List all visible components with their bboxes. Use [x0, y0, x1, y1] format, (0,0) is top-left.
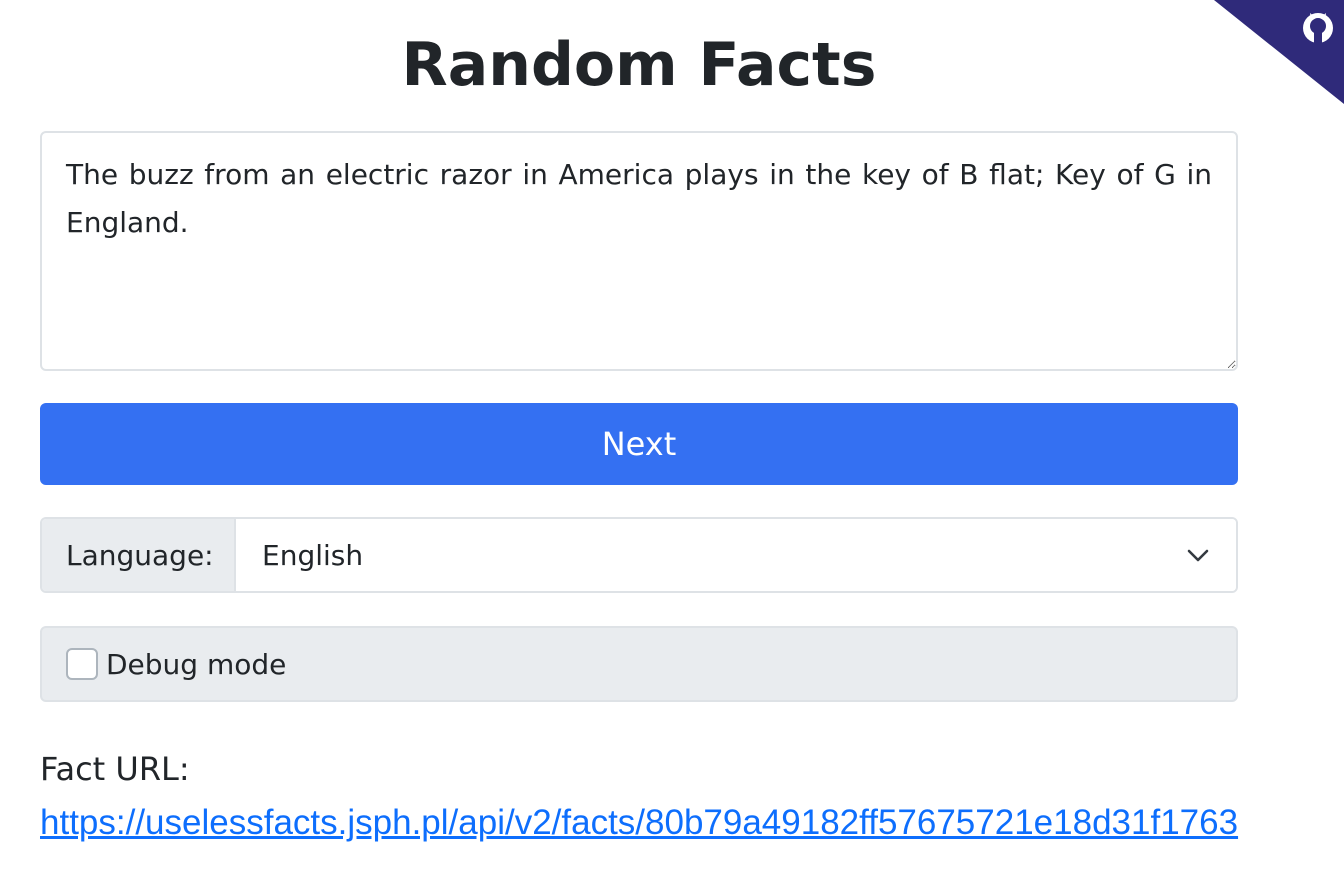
language-selector: Language: English [40, 517, 1238, 593]
language-selected-value: English [262, 538, 364, 572]
debug-mode-checkbox[interactable] [66, 648, 98, 680]
page: Random Facts The buzz from an electric r… [0, 0, 1344, 875]
debug-mode-panel: Debug mode [40, 626, 1238, 702]
main-content: The buzz from an electric razor in Ameri… [40, 131, 1238, 850]
fact-url-link[interactable]: https://uselessfacts.jsph.pl/api/v2/fact… [40, 796, 1238, 850]
debug-mode-label[interactable]: Debug mode [106, 648, 286, 681]
page-title: Random Facts [401, 30, 877, 100]
fact-url-label: Fact URL: [40, 750, 190, 788]
github-icon [1303, 13, 1333, 43]
language-select[interactable]: English [236, 519, 1236, 591]
chevron-down-icon [1187, 549, 1209, 562]
next-button[interactable]: Next [40, 403, 1238, 485]
language-label: Language: [42, 519, 236, 591]
fact-textarea[interactable]: The buzz from an electric razor in Ameri… [40, 131, 1238, 371]
fact-url-section: Fact URL: https://uselessfacts.jsph.pl/a… [40, 742, 1238, 850]
